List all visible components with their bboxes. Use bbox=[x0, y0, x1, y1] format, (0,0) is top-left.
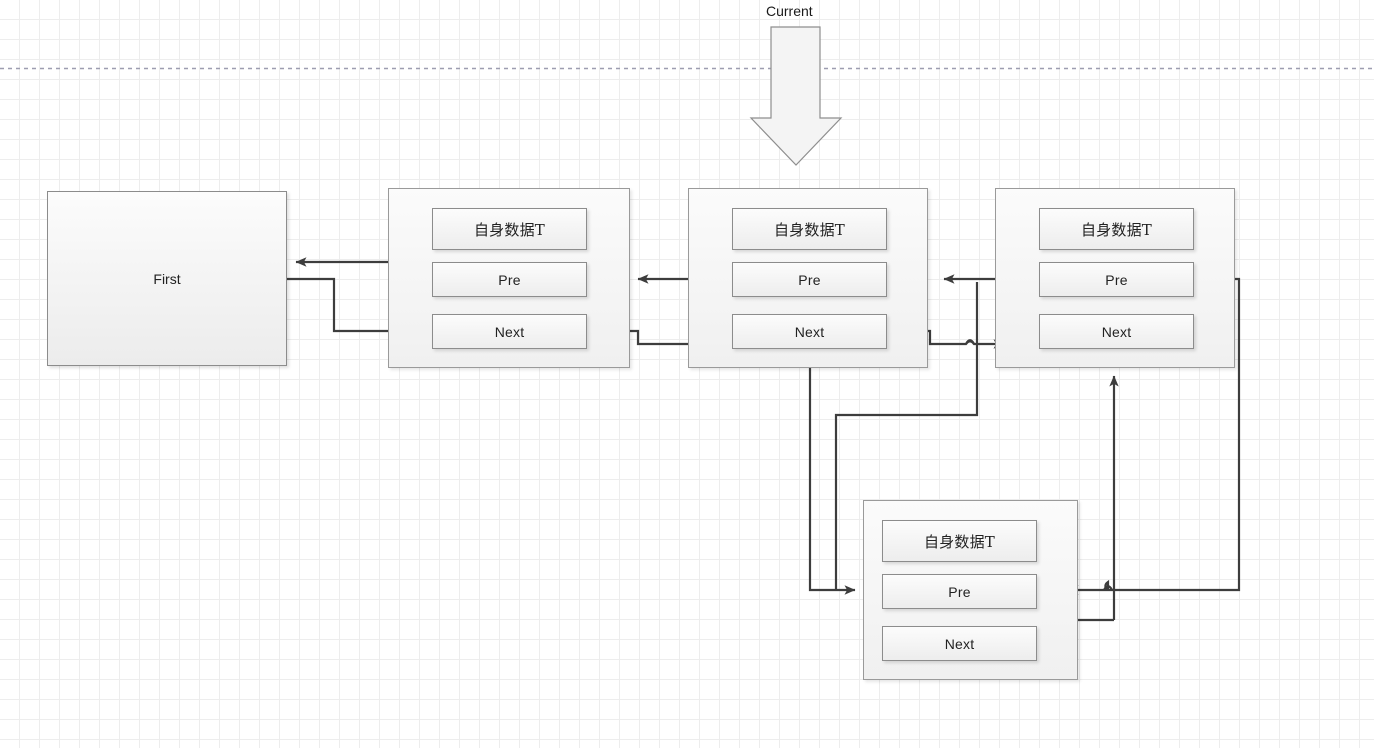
connector-layer bbox=[0, 26, 1374, 660]
node-4[interactable]: 自身数据T Pre Next bbox=[863, 500, 1078, 680]
node-4-data-field[interactable]: 自身数据T bbox=[882, 520, 1037, 562]
first-node-label: First bbox=[153, 270, 181, 287]
node-2-next-field[interactable]: Next bbox=[732, 314, 887, 349]
node-1-next-field[interactable]: Next bbox=[432, 314, 587, 349]
first-node[interactable]: First bbox=[47, 191, 287, 366]
node-1[interactable]: 自身数据T Pre Next bbox=[388, 188, 630, 368]
node-4-pre-field[interactable]: Pre bbox=[882, 574, 1037, 609]
node-1-data-field[interactable]: 自身数据T bbox=[432, 208, 587, 250]
node-2-pre-field[interactable]: Pre bbox=[732, 262, 887, 297]
node-3-pre-field[interactable]: Pre bbox=[1039, 262, 1194, 297]
current-pointer-arrow bbox=[749, 26, 843, 166]
node-3-next-field[interactable]: Next bbox=[1039, 314, 1194, 349]
node-2[interactable]: 自身数据T Pre Next bbox=[688, 188, 928, 368]
node-3[interactable]: 自身数据T Pre Next bbox=[995, 188, 1235, 368]
node-3-data-field[interactable]: 自身数据T bbox=[1039, 208, 1194, 250]
diagram-canvas: Current First 自身数据T Pre Next 自身数据T Pre N… bbox=[0, 0, 1374, 748]
node-1-pre-field[interactable]: Pre bbox=[432, 262, 587, 297]
node-2-data-field[interactable]: 自身数据T bbox=[732, 208, 887, 250]
wire-node2-next-to-node4-pre bbox=[808, 368, 856, 595]
current-pointer-label: Current bbox=[766, 3, 813, 19]
node-4-next-field[interactable]: Next bbox=[882, 626, 1037, 661]
